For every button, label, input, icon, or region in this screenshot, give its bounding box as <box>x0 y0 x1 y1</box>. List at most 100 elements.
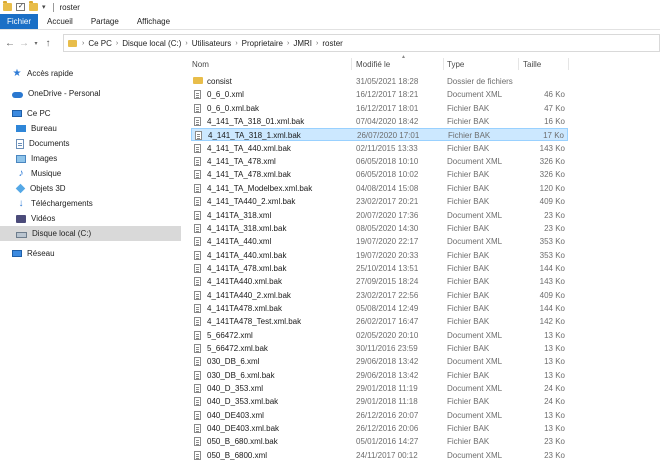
file-row[interactable]: 040_D_353.xml 29/01/2018 11:19 Document XM… <box>191 382 568 395</box>
tab-accueil[interactable]: Accueil <box>38 14 82 29</box>
file-type: Document XML <box>447 410 503 420</box>
nav-item-acces-rapide[interactable]: ★ Accès rapide <box>0 66 181 81</box>
file-row[interactable]: 4_141TA478.xml.bak 05/08/2014 12:49 Fichie… <box>191 302 568 315</box>
file-row[interactable]: 030_DB_6.xml.bak 29/06/2018 13:42 Fichier … <box>191 369 568 382</box>
file-row[interactable]: 4_141_TA_478.xml 06/05/2018 10:10 Document… <box>191 155 568 168</box>
file-date: 29/06/2018 13:42 <box>356 370 419 380</box>
nav-item-images[interactable]: Images <box>0 151 181 166</box>
recent-locations-icon[interactable]: ▾ <box>31 40 41 47</box>
file-row[interactable]: 4_141_TA_Modelbex.xml.bak 04/08/2014 15:0… <box>191 182 568 195</box>
chevron-right-icon[interactable]: › <box>185 40 187 47</box>
folder-icon <box>193 77 203 84</box>
nav-item-bureau[interactable]: Bureau <box>0 121 181 136</box>
forward-button[interactable]: → <box>17 38 31 49</box>
file-row[interactable]: 5_66472.xml 02/05/2020 20:10 Document XML 1… <box>191 329 568 342</box>
back-button[interactable]: ← <box>3 38 17 49</box>
nav-item-reseau[interactable]: Réseau <box>0 246 181 261</box>
file-row[interactable]: 050_B_680.xml.bak 05/01/2016 14:27 Fichier… <box>191 435 568 448</box>
file-size: 23 Ko <box>544 210 565 220</box>
file-type: Document XML <box>447 357 503 367</box>
nav-item-ce-pc[interactable]: Ce PC <box>0 106 181 121</box>
chevron-right-icon[interactable]: › <box>235 40 237 47</box>
file-row[interactable]: 4_141_TA_318_01.xml.bak 07/04/2020 18:42 F… <box>191 115 568 128</box>
file-size: 120 Ko <box>539 183 565 193</box>
file-date: 27/09/2015 18:24 <box>356 277 419 287</box>
file-row[interactable]: 040_DE403.xml 26/12/2016 20:07 Document XM… <box>191 409 568 422</box>
file-size: 13 Ko <box>544 410 565 420</box>
column-divider[interactable] <box>568 58 569 70</box>
file-row[interactable]: 0_6_0.xml 16/12/2017 18:21 Document XML 46 … <box>191 88 568 101</box>
column-header-type[interactable]: Type <box>447 56 464 72</box>
breadcrumb-ce-pc[interactable]: Ce PC <box>88 39 112 48</box>
up-button[interactable]: ↑ <box>41 38 55 49</box>
file-row[interactable]: 050_B_6800.xml 24/11/2017 00:12 Document X… <box>191 449 568 461</box>
nav-item-objets-3d[interactable]: Objets 3D <box>0 181 181 196</box>
file-row[interactable]: 4_141TA478_Test.xml.bak 26/02/2017 16:47 F… <box>191 315 568 328</box>
file-icon <box>194 370 201 380</box>
file-row[interactable]: 0_6_0.xml.bak 16/12/2017 18:01 Fichier BAK… <box>191 102 568 115</box>
column-divider[interactable] <box>351 58 352 70</box>
breadcrumb-utilisateurs[interactable]: Utilisateurs <box>192 39 232 48</box>
column-header-size[interactable]: Taille <box>523 56 541 72</box>
breadcrumb-proprietaire[interactable]: Proprietaire <box>242 39 283 48</box>
file-row[interactable]: 4_141_TA_478.xml.bak 06/05/2018 10:02 Fich… <box>191 168 568 181</box>
new-folder-icon[interactable] <box>29 1 38 11</box>
nav-item-disque-local[interactable]: Disque local (C:) <box>0 226 181 241</box>
file-row[interactable]: 4_141TA440_2.xml.bak 23/02/2017 22:56 Fich… <box>191 289 568 302</box>
file-row[interactable]: 4_141TA_440.xml 19/07/2020 22:17 Document … <box>191 235 568 248</box>
file-row[interactable]: 030_DB_6.xml 29/06/2018 13:42 Document XML… <box>191 355 568 368</box>
file-date: 20/07/2020 17:36 <box>356 210 419 220</box>
chevron-right-icon[interactable]: › <box>82 40 84 47</box>
file-row[interactable]: 4_141_TA440_2.xml.bak 23/02/2017 20:21 Fic… <box>191 195 568 208</box>
tab-fichier[interactable]: Fichier <box>0 14 39 29</box>
chevron-right-icon[interactable]: › <box>316 40 318 47</box>
nav-item-documents[interactable]: Documents <box>0 136 181 151</box>
file-row[interactable]: 040_D_353.xml.bak 29/01/2018 11:18 Fichier… <box>191 395 568 408</box>
breadcrumb-jmri[interactable]: JMRI <box>293 39 312 48</box>
address-bar[interactable]: › Ce PC › Disque local (C:) › Utilisateu… <box>63 34 660 52</box>
tab-partage[interactable]: Partage <box>82 14 128 29</box>
file-name: 4_141_TA_318_1.xml.bak <box>208 131 301 141</box>
column-header-name[interactable]: Nom <box>192 56 209 72</box>
file-type: Fichier BAK <box>447 170 490 180</box>
file-row[interactable]: 4_141TA_478.xml.bak 25/10/2014 13:51 Fichi… <box>191 262 568 275</box>
column-divider[interactable] <box>443 58 444 70</box>
file-row[interactable]: 4_141TA_440.xml.bak 19/07/2020 20:33 Fichi… <box>191 249 568 262</box>
network-icon <box>12 250 22 257</box>
chevron-right-icon[interactable]: › <box>116 40 118 47</box>
file-row[interactable]: 5_66472.xml.bak 30/11/2016 23:59 Fichier B… <box>191 342 568 355</box>
file-name: consist <box>207 77 232 86</box>
file-name: 4_141_TA_440.xml.bak <box>207 143 291 153</box>
file-row[interactable]: 4_141TA_318.xml 20/07/2020 17:36 Document … <box>191 209 568 222</box>
chevron-right-icon[interactable]: › <box>287 40 289 47</box>
nav-item-label: Images <box>31 154 58 163</box>
file-row[interactable]: 4_141TA440.xml.bak 27/09/2015 18:24 Fichie… <box>191 275 568 288</box>
file-icon <box>194 143 201 153</box>
file-name: 5_66472.xml <box>207 330 253 340</box>
nav-item-videos[interactable]: Vidéos <box>0 211 181 226</box>
file-size: 13 Ko <box>544 370 565 380</box>
nav-item-label: Accès rapide <box>27 69 74 78</box>
file-date: 07/04/2020 18:42 <box>356 117 419 127</box>
file-row[interactable]: consist 31/05/2021 18:28 Dossier de fichie… <box>191 75 568 88</box>
file-row[interactable]: 4_141TA_318.xml.bak 08/05/2020 14:30 Fichi… <box>191 222 568 235</box>
quick-access-dropdown-icon[interactable]: ▾ <box>42 3 46 11</box>
nav-item-label: Bureau <box>31 124 57 133</box>
file-icon <box>194 384 201 394</box>
nav-item-telechargements[interactable]: ↓ Téléchargements <box>0 196 181 211</box>
breadcrumb-roster[interactable]: roster <box>322 39 342 48</box>
properties-icon[interactable] <box>16 2 25 11</box>
file-row[interactable]: 4_141_TA_318_1.xml.bak 26/07/2020 17:01 Fi… <box>191 128 568 142</box>
file-date: 05/01/2016 14:27 <box>356 437 419 447</box>
file-row[interactable]: 4_141_TA_440.xml.bak 02/11/2015 13:33 Fich… <box>191 142 568 155</box>
nav-item-onedrive[interactable]: OneDrive - Personal <box>0 86 181 101</box>
file-row[interactable]: 040_DE403.xml.bak 26/12/2016 20:06 Fichier… <box>191 422 568 435</box>
column-header-date[interactable]: Modifié le <box>356 56 390 72</box>
file-date: 02/05/2020 20:10 <box>356 330 419 340</box>
breadcrumb-disque-local[interactable]: Disque local (C:) <box>122 39 181 48</box>
file-type: Fichier BAK <box>447 437 490 447</box>
nav-item-label: Documents <box>29 139 70 148</box>
column-divider[interactable] <box>518 58 519 70</box>
tab-affichage[interactable]: Affichage <box>128 14 179 29</box>
nav-item-musique[interactable]: ♪ Musique <box>0 166 181 181</box>
